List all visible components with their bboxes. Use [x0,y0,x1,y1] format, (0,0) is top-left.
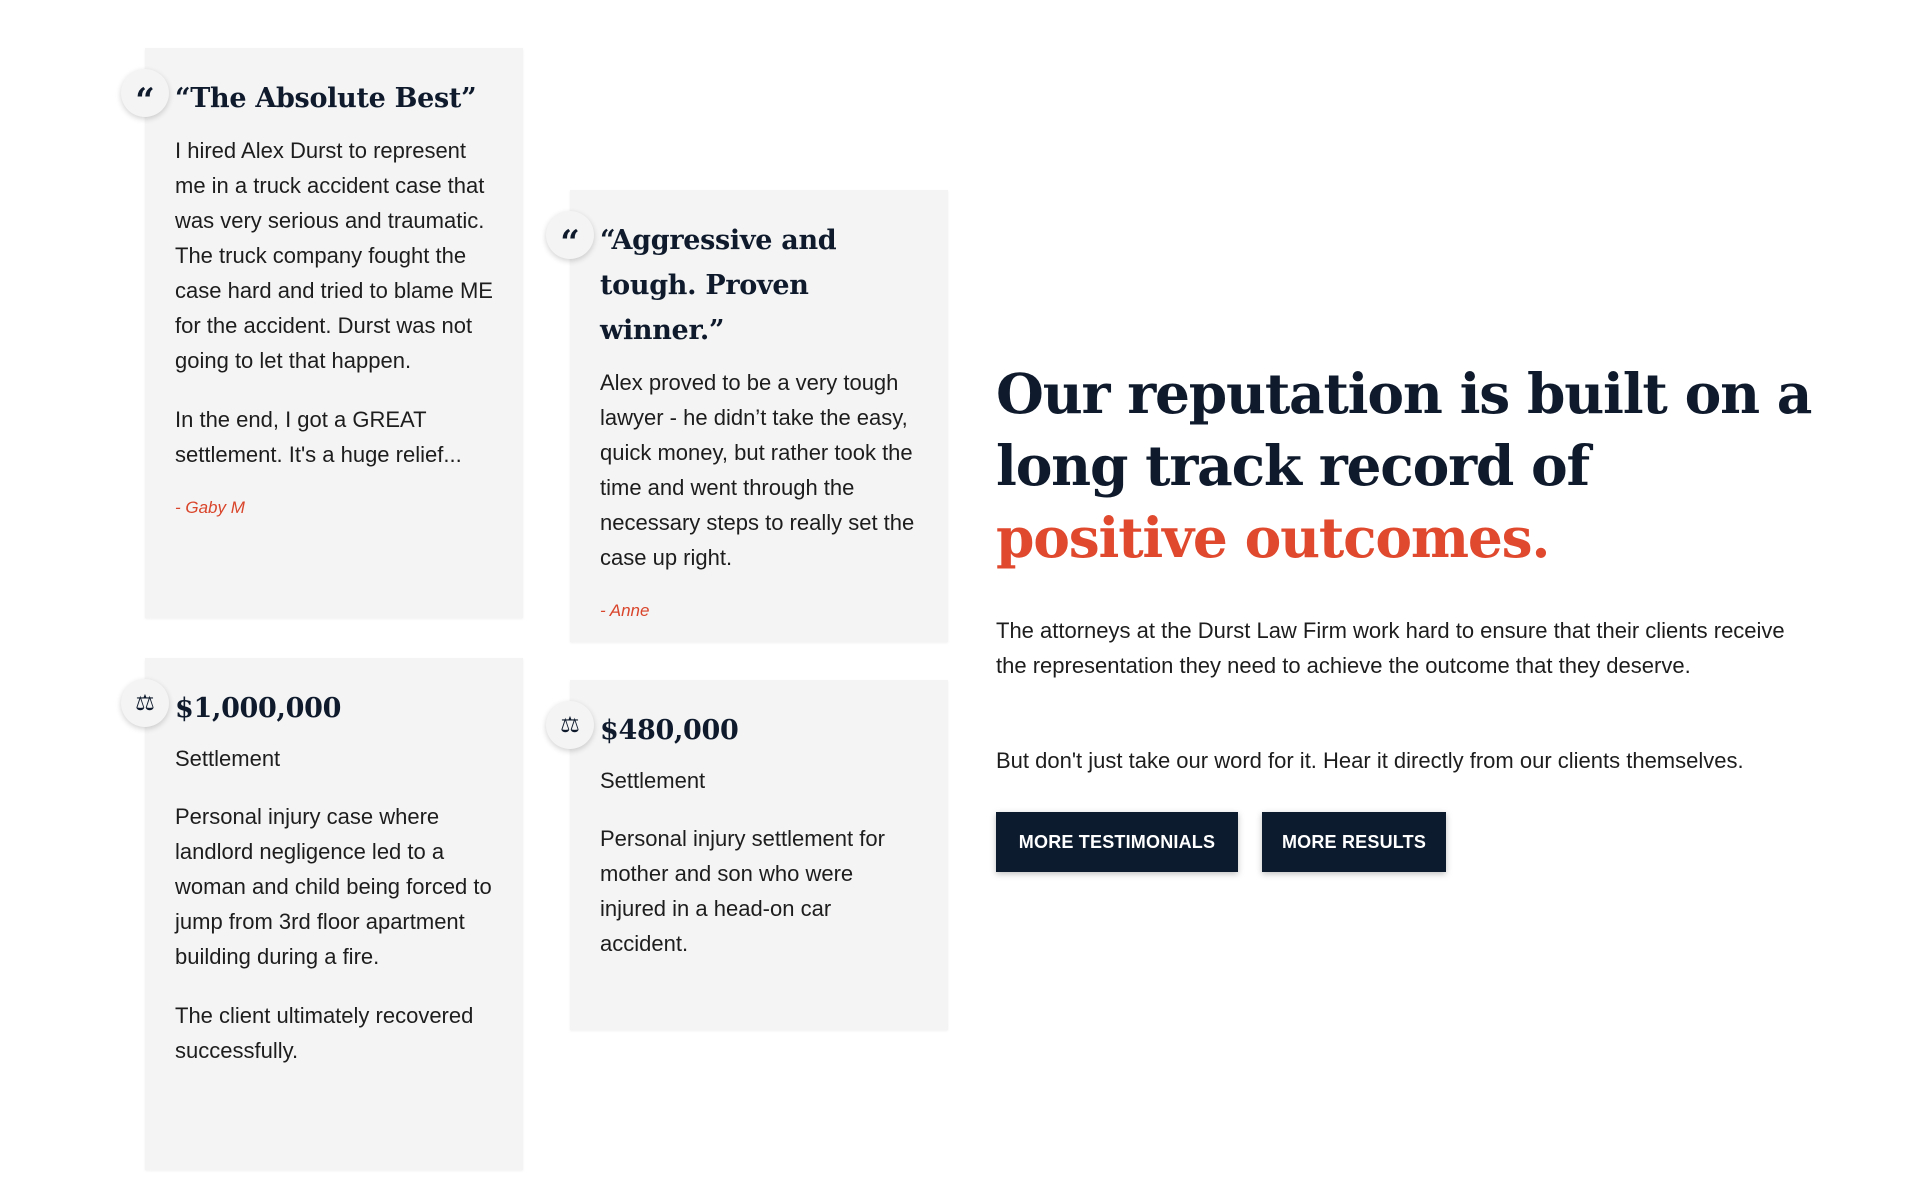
result-card: ⚖ $1,000,000 Settlement Personal injury … [121,658,523,1170]
scales-icon: ⚖ [121,679,169,727]
result-amount: $1,000,000 [175,693,342,724]
result-card: ⚖ $480,000 Settlement Personal injury se… [546,680,948,1030]
result-text: The client ultimately recovered successf… [175,1003,474,1063]
result-text: Personal injury case where landlord negl… [175,804,492,969]
quote-icon: “ [121,69,169,121]
reputation-headline: Our reputation is built on a long track … [996,358,1816,574]
cta-paragraph: But don't just take our word for it. Hea… [996,748,1744,773]
testimonial-author: - Anne [600,601,650,620]
testimonial-title: “Aggressive and tough. Proven winner.” [600,225,837,346]
result-type: Settlement [175,746,281,771]
testimonial-card: “ “The Absolute Best” I hired Alex Durst… [121,48,523,618]
result-text: Personal injury settlement for mother an… [600,826,885,956]
result-amount: $480,000 [600,715,739,746]
more-results-button[interactable]: MORE RESULTS [1262,812,1446,872]
result-type: Settlement [600,768,706,793]
testimonial-title: “The Absolute Best” [175,83,477,114]
testimonial-author: - Gaby M [175,498,245,517]
headline-accent: positive outcomes. [996,505,1551,570]
testimonial-text: In the end, I got a GREAT settlement. It… [175,407,462,467]
scales-icon: ⚖ [546,701,594,749]
testimonial-text: I hired Alex Durst to represent me in a … [175,138,493,373]
testimonial-text: Alex proved to be a very tough lawyer - … [600,370,915,570]
more-testimonials-button[interactable]: MORE TESTIMONIALS [996,812,1238,872]
quote-icon: “ [546,211,594,263]
intro-paragraph: The attorneys at the Durst Law Firm work… [996,618,1785,678]
headline-main: Our reputation is built on a long track … [996,361,1812,498]
testimonial-card: “ “Aggressive and tough. Proven winner.”… [546,190,948,642]
